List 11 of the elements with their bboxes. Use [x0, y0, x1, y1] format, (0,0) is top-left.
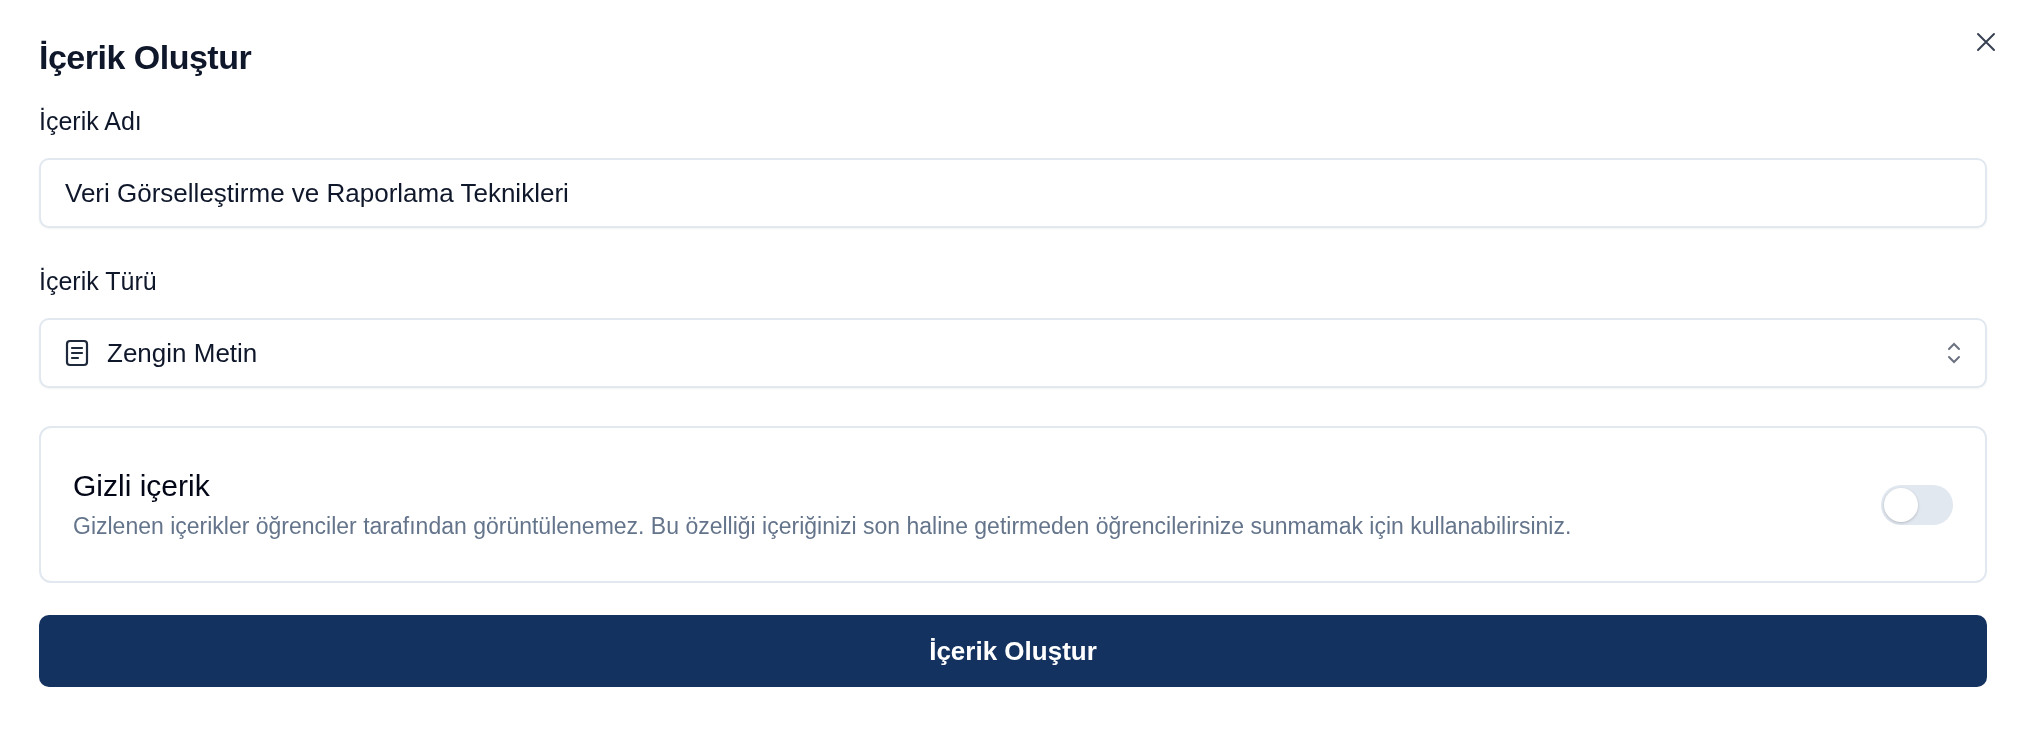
input-field[interactable]: Veri Görselleştirme ve Raporlama Teknikleri	[39, 158, 1987, 228]
toggle-switch[interactable]	[1881, 484, 1953, 525]
select-field[interactable]: Zengin Metin	[39, 318, 1987, 388]
setting-title: Gizli içerik	[73, 468, 211, 503]
submit-button[interactable]: İçerik Oluştur	[39, 615, 1987, 687]
field-label: İçerik Türü	[39, 266, 158, 296]
setting-description: Gizlenen içerikler öğrenciler tarafından görüntülenemez. Bu özelliği içeriğinizi son haline getirmeden öğrencilerinize sunmamak için kullanabilirsiniz.	[73, 511, 1573, 541]
field-label: İçerik Adı	[39, 106, 143, 136]
document-icon	[65, 339, 89, 367]
dialog-title: İçerik Oluştur	[39, 37, 253, 78]
chevron-updown-icon	[1947, 342, 1961, 364]
